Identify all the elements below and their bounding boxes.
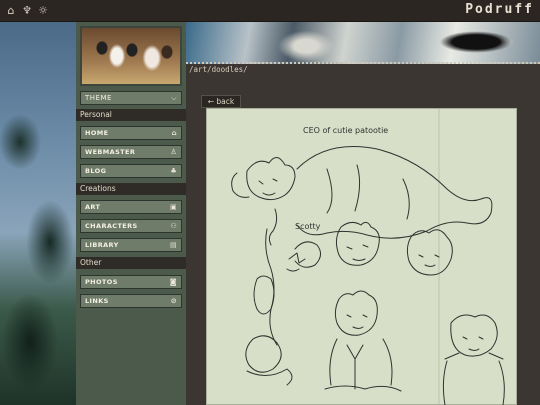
sidebar-item-characters[interactable]: CHARACTERS ⚇ — [80, 219, 182, 233]
background-image — [0, 22, 76, 405]
sidebar-item-label: LINKS — [85, 297, 109, 305]
section-creations: Creations — [76, 183, 186, 195]
sidebar-item-photos[interactable]: PHOTOS ◙ — [80, 275, 182, 289]
sidebar-item-blog[interactable]: BLOG ♣ — [80, 164, 182, 178]
home-icon[interactable]: ⌂ — [4, 4, 18, 18]
scrollbar[interactable] — [524, 76, 534, 405]
section-personal: Personal — [76, 109, 186, 121]
breadcrumb: /art/doodles/ — [186, 64, 540, 76]
avatar — [80, 26, 182, 86]
section-other: Other — [76, 257, 186, 269]
sidebar-item-label: ART — [85, 203, 101, 211]
doodle-caption-name: Scotty — [295, 222, 321, 231]
site-title: Podruff — [465, 2, 534, 17]
sidebar-item-links[interactable]: LINKS ⊘ — [80, 294, 182, 308]
image-icon: ▣ — [169, 203, 177, 211]
sidebar-item-label: CHARACTERS — [85, 222, 138, 230]
sidebar-item-label: WEBMASTER — [85, 148, 136, 156]
camera-icon: ◙ — [169, 278, 177, 286]
back-button[interactable]: ← back — [201, 95, 241, 108]
book-icon: ▤ — [169, 241, 177, 249]
doodle-caption-top: CEO of cutie patootie — [303, 126, 388, 135]
sidebar-item-label: HOME — [85, 129, 109, 137]
sidebar-item-webmaster[interactable]: WEBMASTER ♙ — [80, 145, 182, 159]
sidebar-item-label: BLOG — [85, 167, 107, 175]
sidebar-item-label: PHOTOS — [85, 278, 118, 286]
top-bar: ⌂ ♆ ☼ Podruff — [0, 0, 540, 22]
doodle-image: CEO of cutie patootie Scotty — [206, 108, 517, 405]
sidebar: THEME ⌵ Personal HOME ⌂ WEBMASTER ♙ BLOG… — [76, 22, 186, 405]
user-icon: ♙ — [170, 148, 177, 156]
paperclip-icon: ⊘ — [170, 297, 177, 305]
sidebar-item-library[interactable]: LIBRARY ▤ — [80, 238, 182, 252]
sun-icon[interactable]: ☼ — [36, 4, 50, 18]
sidebar-item-label: LIBRARY — [85, 241, 119, 249]
doodle-sketch: CEO of cutie patootie Scotty — [231, 109, 505, 405]
sidebar-item-art[interactable]: ART ▣ — [80, 200, 182, 214]
group-icon: ⚇ — [170, 222, 177, 230]
theme-label: THEME — [85, 94, 112, 102]
house-icon: ⌂ — [171, 129, 177, 137]
header-banner — [186, 22, 540, 64]
tooth-icon[interactable]: ♆ — [20, 4, 34, 18]
sidebar-item-home[interactable]: HOME ⌂ — [80, 126, 182, 140]
theme-select[interactable]: THEME ⌵ — [80, 91, 182, 105]
chevron-down-icon: ⌵ — [171, 94, 177, 102]
leaf-icon: ♣ — [170, 167, 177, 175]
